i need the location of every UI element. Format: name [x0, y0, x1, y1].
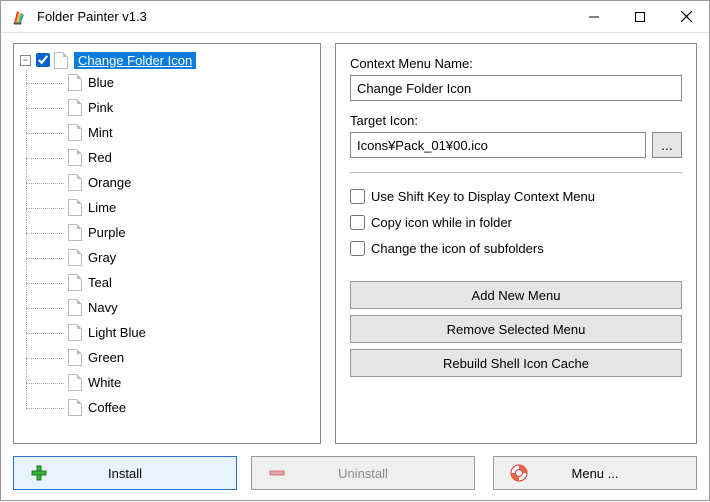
tree-item-label: Orange [88, 175, 131, 190]
tree-guide [26, 295, 68, 320]
app-icon [11, 8, 29, 26]
target-icon-label: Target Icon: [350, 113, 682, 128]
tree-item[interactable]: Purple [26, 220, 316, 245]
tree-item[interactable]: Coffee [26, 395, 316, 420]
install-label: Install [64, 466, 236, 481]
page-icon [68, 349, 82, 366]
properties-panel: Context Menu Name: Target Icon: ... Use … [335, 43, 697, 444]
tree-item[interactable]: Teal [26, 270, 316, 295]
check-shift-box[interactable] [350, 189, 365, 204]
context-menu-name-input[interactable] [350, 75, 682, 101]
page-icon [68, 149, 82, 166]
minimize-button[interactable] [571, 1, 617, 33]
tree-guide [26, 120, 68, 145]
tree-item[interactable]: Pink [26, 95, 316, 120]
check-copy-box[interactable] [350, 215, 365, 230]
uninstall-button[interactable]: Uninstall [251, 456, 475, 490]
page-icon [68, 224, 82, 241]
check-copy[interactable]: Copy icon while in folder [350, 209, 682, 235]
page-icon [68, 74, 82, 91]
page-icon [68, 299, 82, 316]
close-button[interactable] [663, 1, 709, 33]
tree-item[interactable]: Red [26, 145, 316, 170]
bottom-bar: Install Uninstall Menu ... [13, 456, 697, 490]
tree-item-label: Coffee [88, 400, 126, 415]
tree-panel[interactable]: − Change Folder Icon Blue Pink Mint Red Oran… [13, 43, 321, 444]
context-menu-name-label: Context Menu Name: [350, 56, 682, 71]
tree-item[interactable]: Blue [26, 70, 316, 95]
browse-button[interactable]: ... [652, 132, 682, 158]
tree-item-label: Blue [88, 75, 114, 90]
page-icon [68, 374, 82, 391]
rebuild-shell-icon-cache-button[interactable]: Rebuild Shell Icon Cache [350, 349, 682, 377]
target-icon-input[interactable] [350, 132, 646, 158]
tree-item[interactable]: Orange [26, 170, 316, 195]
tree-root-label[interactable]: Change Folder Icon [74, 52, 196, 69]
check-subfolders-box[interactable] [350, 241, 365, 256]
title-bar: Folder Painter v1.3 [1, 1, 709, 33]
tree-item-label: Gray [88, 250, 116, 265]
menu-button[interactable]: Menu ... [493, 456, 697, 490]
tree-guide [26, 70, 68, 95]
tree-guide [26, 270, 68, 295]
tree-item[interactable]: White [26, 370, 316, 395]
minus-icon [252, 465, 302, 481]
check-subfolders-label: Change the icon of subfolders [371, 241, 544, 256]
tree-item[interactable]: Green [26, 345, 316, 370]
tree-guide [26, 395, 68, 420]
tree-guide [26, 345, 68, 370]
tree-root[interactable]: − Change Folder Icon [20, 50, 316, 70]
tree-guide [26, 370, 68, 395]
tree-item-label: Green [88, 350, 124, 365]
page-icon [68, 174, 82, 191]
tree-item-label: Mint [88, 125, 113, 140]
tree-guide [26, 195, 68, 220]
tree-item[interactable]: Mint [26, 120, 316, 145]
tree-guide [26, 245, 68, 270]
root-checkbox[interactable] [36, 53, 50, 67]
tree-item[interactable]: Gray [26, 245, 316, 270]
tree-item-label: Light Blue [88, 325, 146, 340]
page-icon [54, 52, 68, 69]
tree-item-label: Pink [88, 100, 113, 115]
uninstall-label: Uninstall [302, 466, 474, 481]
install-button[interactable]: Install [13, 456, 237, 490]
tree-item[interactable]: Lime [26, 195, 316, 220]
page-icon [68, 99, 82, 116]
tree-item-label: Teal [88, 275, 112, 290]
page-icon [68, 199, 82, 216]
tree-guide [26, 220, 68, 245]
add-new-menu-button[interactable]: Add New Menu [350, 281, 682, 309]
check-copy-label: Copy icon while in folder [371, 215, 512, 230]
maximize-button[interactable] [617, 1, 663, 33]
tree-item-label: Lime [88, 200, 116, 215]
page-icon [68, 399, 82, 416]
check-subfolders[interactable]: Change the icon of subfolders [350, 235, 682, 261]
page-icon [68, 274, 82, 291]
menu-label: Menu ... [544, 466, 696, 481]
tree-guide [26, 145, 68, 170]
tree-guide [26, 95, 68, 120]
plus-icon [14, 465, 64, 481]
page-icon [68, 124, 82, 141]
tree-item[interactable]: Light Blue [26, 320, 316, 345]
collapse-icon[interactable]: − [20, 55, 31, 66]
tree-item-label: Navy [88, 300, 118, 315]
tree-item-label: Purple [88, 225, 126, 240]
page-icon [68, 249, 82, 266]
check-shift-label: Use Shift Key to Display Context Menu [371, 189, 595, 204]
window-title: Folder Painter v1.3 [37, 9, 571, 24]
tree-guide [26, 320, 68, 345]
lifebuoy-icon [494, 464, 544, 482]
tree-item[interactable]: Navy [26, 295, 316, 320]
separator [350, 172, 682, 173]
tree-item-label: Red [88, 150, 112, 165]
check-shift[interactable]: Use Shift Key to Display Context Menu [350, 183, 682, 209]
page-icon [68, 324, 82, 341]
remove-selected-menu-button[interactable]: Remove Selected Menu [350, 315, 682, 343]
tree-guide [26, 170, 68, 195]
tree-item-label: White [88, 375, 121, 390]
